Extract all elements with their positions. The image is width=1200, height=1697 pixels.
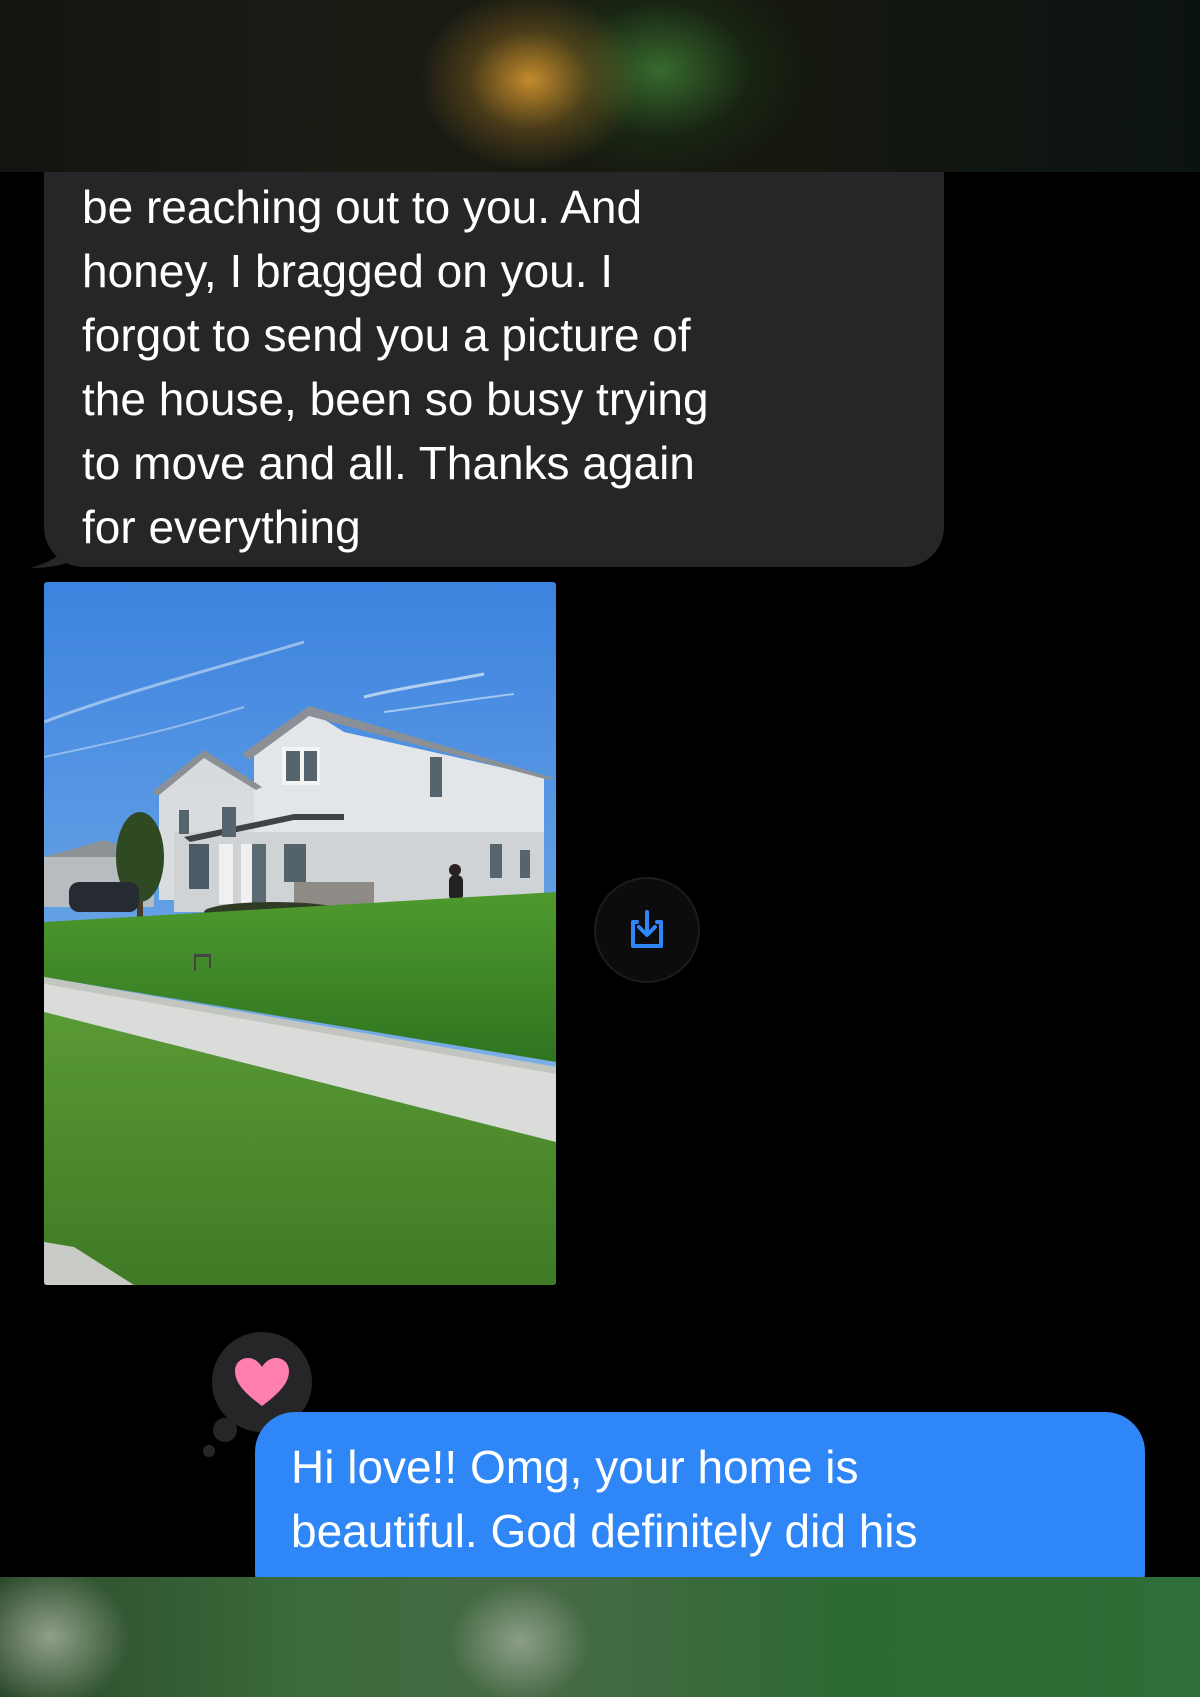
outgoing-message-bubble[interactable]: Hi love!! Omg, your home is beautiful. G… [255,1412,1145,1577]
save-to-photos-icon [631,910,663,948]
house-photo-image [44,582,556,1285]
outgoing-message-text: Hi love!! Omg, your home is beautiful. G… [291,1441,918,1557]
tapback-tail-dot [203,1445,215,1457]
save-photo-button[interactable] [594,877,700,983]
house-photo-attachment[interactable] [44,582,556,1285]
incoming-message-bubble[interactable]: be reaching out to you. And honey, I bra… [44,172,944,567]
message-thread[interactable]: be reaching out to you. And honey, I bra… [0,172,1200,1577]
pink-heart-icon [235,1358,289,1406]
incoming-bubble-tail [30,524,80,568]
tapback-tail-dot [213,1418,237,1442]
incoming-message-text: be reaching out to you. And honey, I bra… [82,181,709,553]
blurred-top-background [0,0,1200,172]
blurred-bottom-background [0,1577,1200,1697]
